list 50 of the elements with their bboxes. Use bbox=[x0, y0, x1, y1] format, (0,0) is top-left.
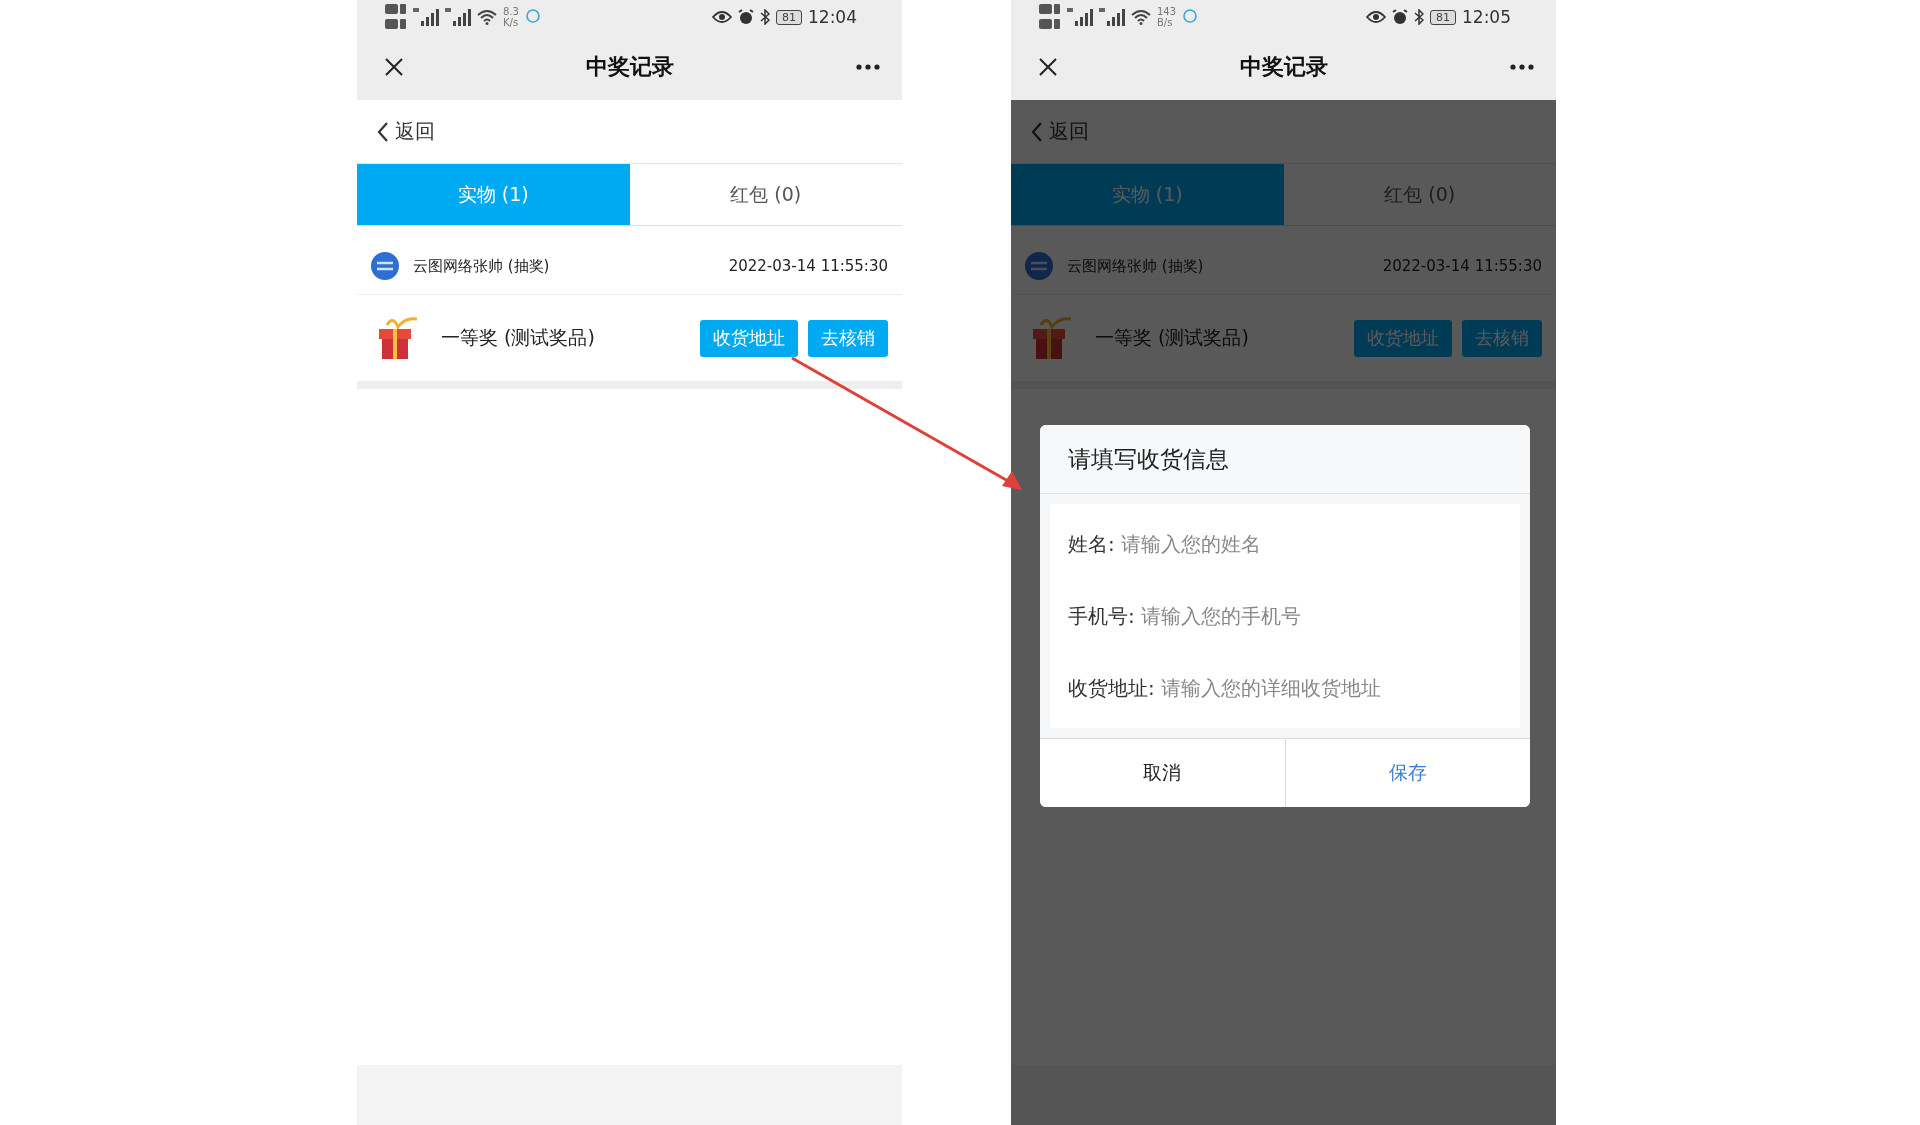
status-time: 12:04 bbox=[808, 7, 857, 27]
signal-icon bbox=[1099, 7, 1125, 27]
speed-unit: K/s bbox=[503, 17, 519, 28]
field-label: 收货地址: bbox=[1068, 674, 1155, 702]
prize-name: 一等奖 (测试奖品) bbox=[1095, 325, 1249, 350]
dialog-title: 请填写收货信息 bbox=[1040, 425, 1530, 494]
network-speed: 143 bbox=[1157, 6, 1177, 17]
tab[interactable]: 实物 (1) bbox=[1011, 164, 1284, 225]
logo-icon bbox=[1025, 252, 1053, 280]
close-icon[interactable] bbox=[384, 57, 404, 77]
alarm-icon bbox=[1392, 9, 1408, 25]
wifi-icon bbox=[477, 9, 497, 25]
wifi-icon bbox=[1131, 9, 1151, 25]
chevron-left-icon bbox=[377, 120, 389, 143]
action-button[interactable]: 收货地址 bbox=[1354, 319, 1452, 357]
network-speed: 8.3 bbox=[503, 6, 519, 17]
close-icon[interactable] bbox=[1038, 57, 1058, 77]
field-label: 姓名: bbox=[1068, 530, 1115, 558]
field-label: 手机号: bbox=[1068, 602, 1135, 630]
record-source: 云图网络张帅 (抽奖) bbox=[413, 256, 550, 276]
more-icon[interactable] bbox=[856, 64, 880, 70]
prize-name: 一等奖 (测试奖品) bbox=[441, 325, 595, 350]
action-button[interactable]: 去核销 bbox=[808, 319, 888, 357]
input-field[interactable]: 请输入您的手机号 bbox=[1134, 604, 1502, 628]
signal-icon bbox=[1067, 7, 1093, 27]
battery-level: 81 bbox=[1430, 9, 1456, 25]
bluetooth-icon bbox=[1414, 9, 1424, 25]
chevron-left-icon bbox=[1031, 120, 1043, 143]
speed-unit: B/s bbox=[1157, 17, 1174, 28]
record-time: 2022-03-14 11:55:30 bbox=[1382, 257, 1542, 275]
eye-icon bbox=[712, 10, 732, 24]
alarm-icon bbox=[738, 9, 754, 25]
logo-icon bbox=[371, 252, 399, 280]
eye-icon bbox=[1366, 10, 1386, 24]
page-title: 中奖记录 bbox=[586, 53, 674, 81]
page-title: 中奖记录 bbox=[1240, 53, 1328, 81]
input-field[interactable]: 请输入您的详细收货地址 bbox=[1154, 676, 1502, 700]
tab[interactable]: 实物 (1) bbox=[357, 164, 630, 225]
signal-icon bbox=[445, 7, 471, 27]
battery-level: 81 bbox=[776, 9, 802, 25]
save-button[interactable]: 保存 bbox=[1284, 739, 1530, 807]
bluetooth-icon bbox=[760, 9, 770, 25]
record-source: 云图网络张帅 (抽奖) bbox=[1067, 256, 1204, 276]
action-button[interactable]: 去核销 bbox=[1462, 319, 1542, 357]
action-button[interactable]: 收货地址 bbox=[700, 319, 798, 357]
input-field[interactable]: 请输入您的姓名 bbox=[1114, 532, 1502, 556]
record-time: 2022-03-14 11:55:30 bbox=[728, 257, 888, 275]
more-icon[interactable] bbox=[1510, 64, 1534, 70]
signal-icon bbox=[413, 7, 439, 27]
status-time: 12:05 bbox=[1462, 7, 1511, 27]
